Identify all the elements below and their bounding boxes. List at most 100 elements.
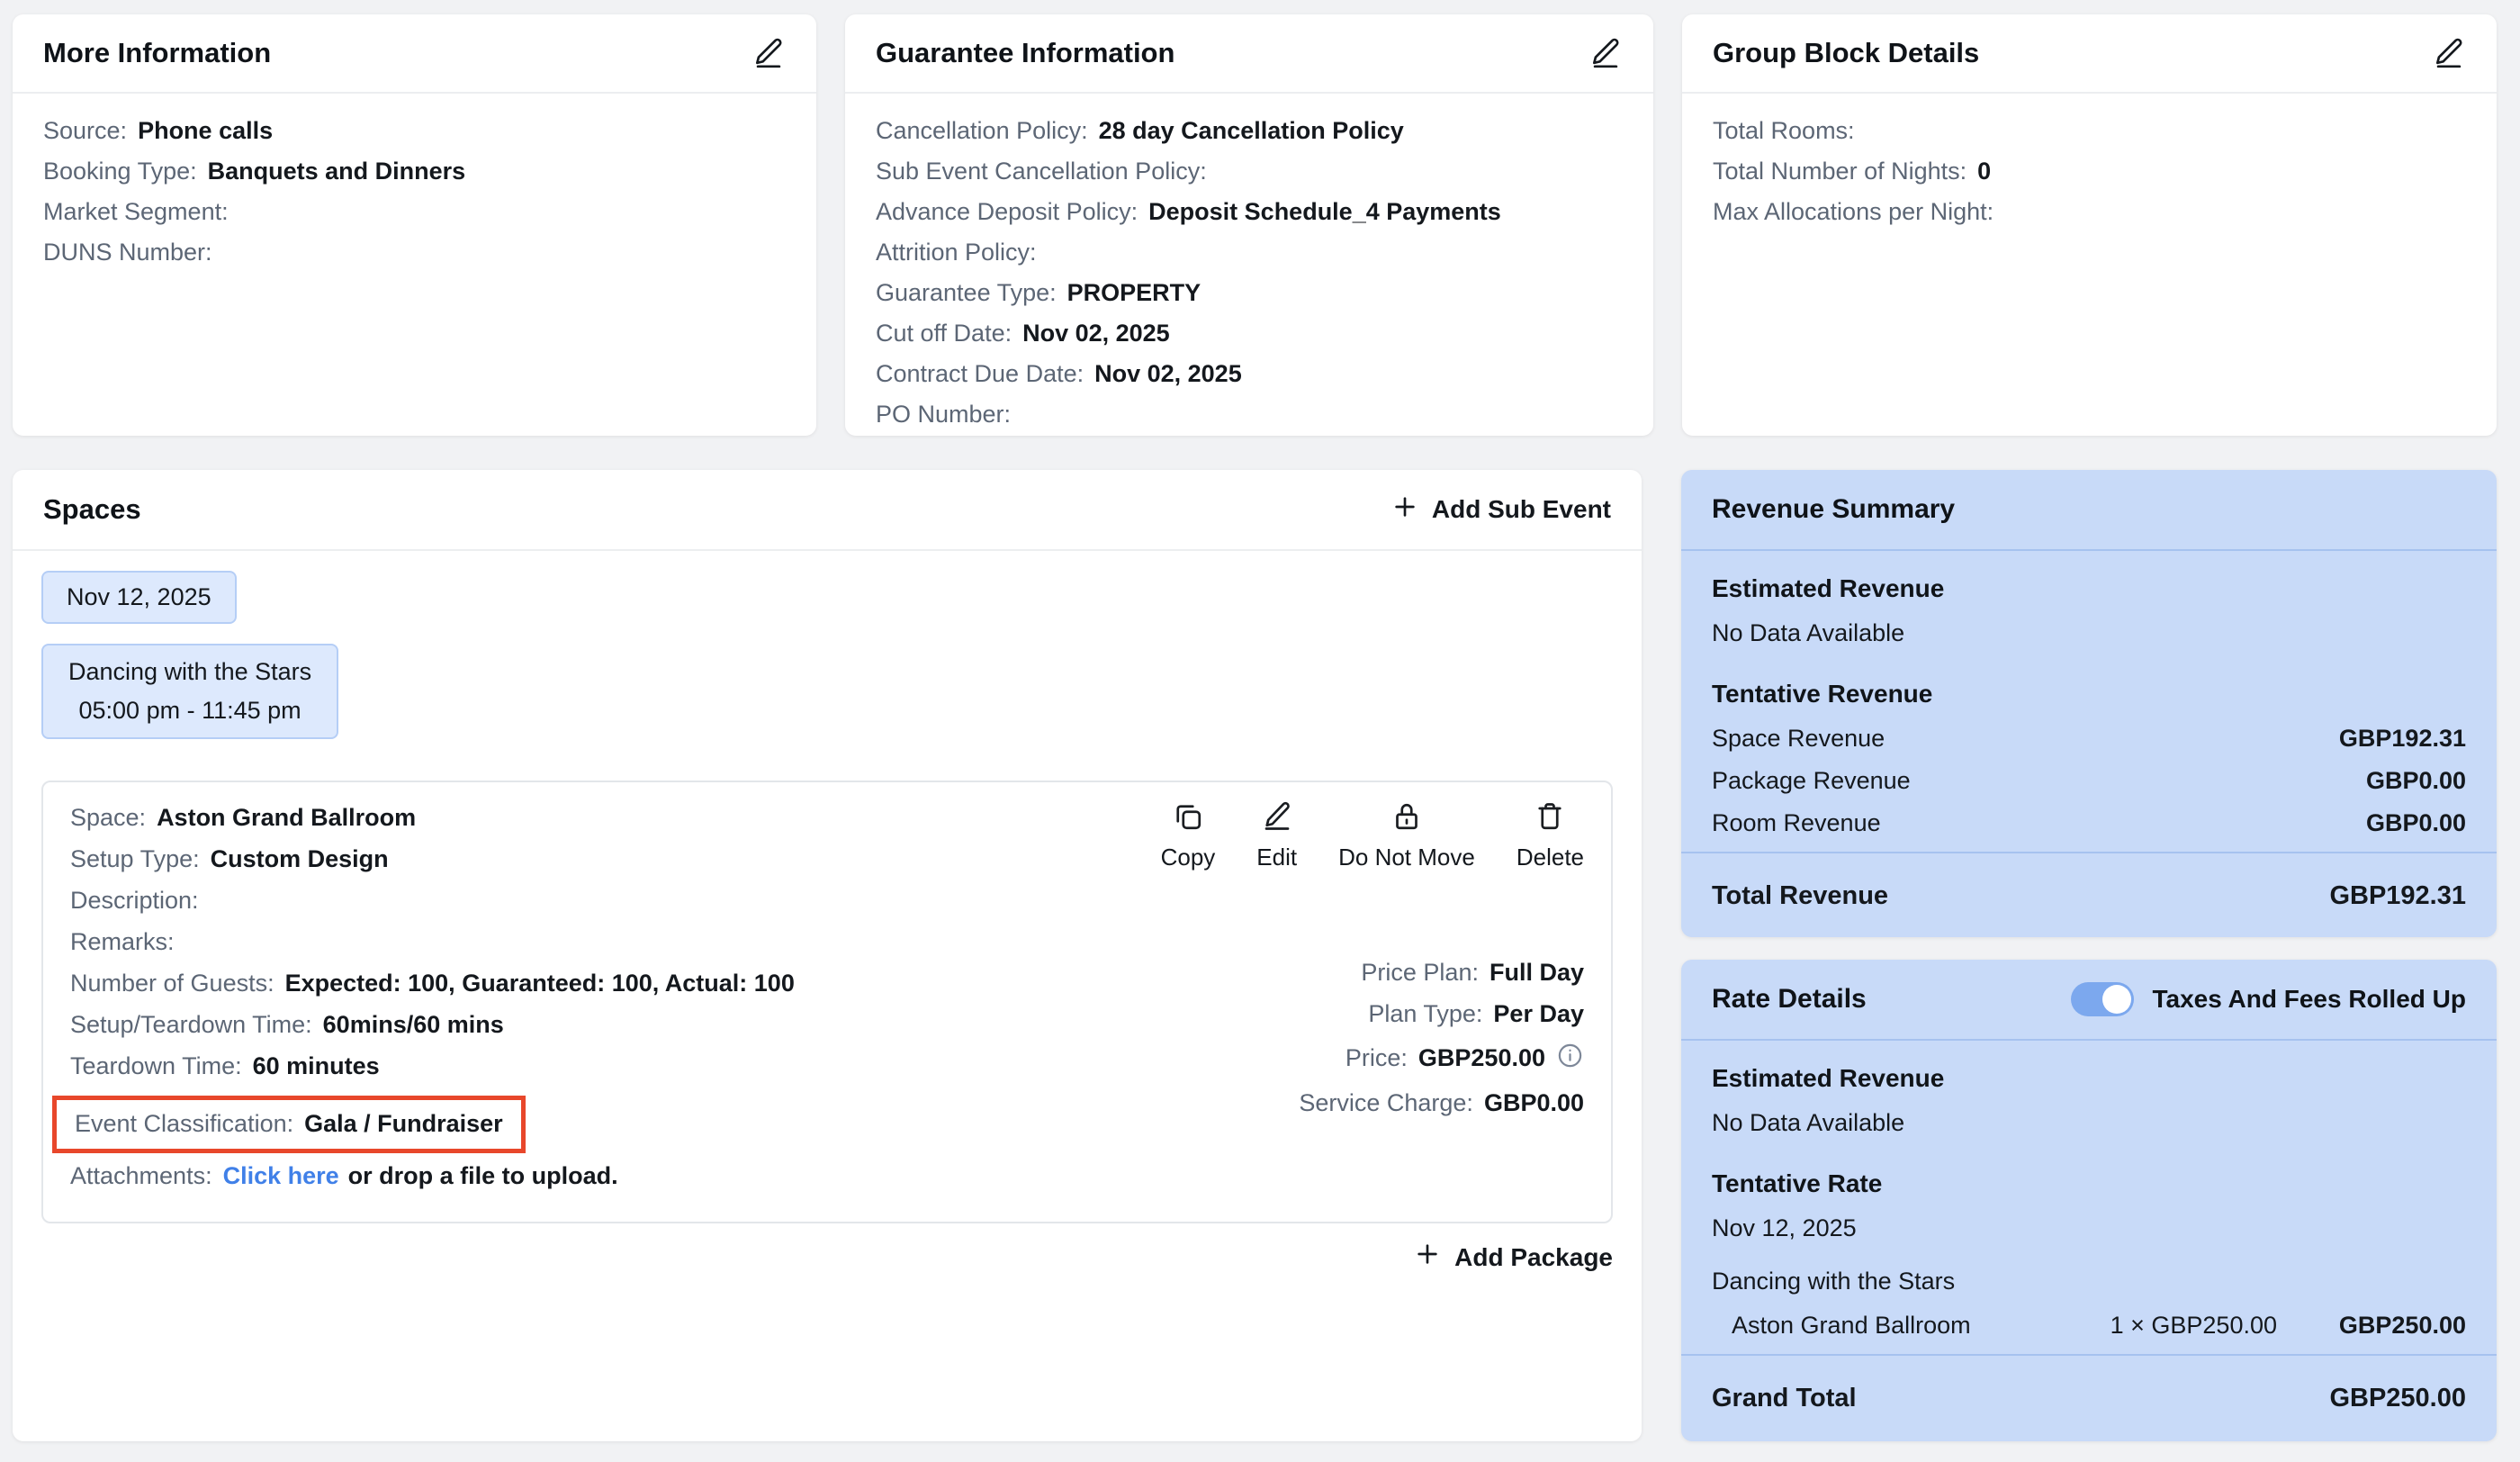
group-block-details-body: Total Rooms: Total Number of Nights:0 Ma… xyxy=(1682,94,2497,436)
field-price-plan: Price Plan:Full Day xyxy=(1299,959,1584,986)
edit-button[interactable] xyxy=(1588,35,1623,72)
date-chip[interactable]: Nov 12, 2025 xyxy=(41,571,237,624)
total-revenue-label: Total Revenue xyxy=(1712,881,1888,911)
field-total-rooms: Total Rooms: xyxy=(1713,117,2466,144)
pencil-icon xyxy=(1261,800,1293,835)
field-po-number: PO Number: xyxy=(876,401,1623,428)
tentative-revenue-heading: Tentative Revenue xyxy=(1712,680,2466,708)
guarantee-information-header: Guarantee Information xyxy=(845,14,1653,94)
field-sub-event-cancellation-policy: Sub Event Cancellation Policy: xyxy=(876,158,1623,185)
spaces-title: Spaces xyxy=(43,493,141,526)
event-chip-name: Dancing with the Stars xyxy=(68,658,311,686)
copy-button[interactable]: Copy xyxy=(1161,800,1216,871)
no-data-text: No Data Available xyxy=(1712,619,2466,647)
taxes-toggle-label: Taxes And Fees Rolled Up xyxy=(2152,985,2466,1014)
estimated-revenue-heading: Estimated Revenue xyxy=(1712,574,2466,603)
event-actions: Copy Edit Do Not Move Delete xyxy=(1161,800,1584,871)
more-information-header: More Information xyxy=(13,14,816,94)
card-title: Guarantee Information xyxy=(876,37,1174,69)
rate-date: Nov 12, 2025 xyxy=(1712,1214,2466,1242)
field-market-segment: Market Segment: xyxy=(43,198,786,225)
taxes-and-fees-toggle[interactable] xyxy=(2071,982,2134,1016)
package-revenue-row: Package RevenueGBP0.00 xyxy=(1712,767,2466,795)
field-attachments: Attachments:Click hereor drop a file to … xyxy=(70,1162,1584,1189)
grand-total-value: GBP250.00 xyxy=(2329,1384,2466,1413)
field-guarantee-type: Guarantee Type:PROPERTY xyxy=(876,279,1623,306)
price-column: Price Plan:Full Day Plan Type:Per Day Pr… xyxy=(1299,959,1584,1131)
revenue-summary-body: Estimated Revenue No Data Available Tent… xyxy=(1681,551,2497,852)
grand-total-label: Grand Total xyxy=(1712,1384,1857,1413)
field-remarks: Remarks: xyxy=(70,928,1584,955)
revenue-summary-card: Revenue Summary Estimated Revenue No Dat… xyxy=(1681,470,2497,937)
plus-icon xyxy=(1390,492,1419,528)
event-chip[interactable]: Dancing with the Stars 05:00 pm - 11:45 … xyxy=(41,644,338,739)
field-total-number-of-nights: Total Number of Nights:0 xyxy=(1713,158,2466,185)
pencil-icon xyxy=(1588,35,1623,72)
tentative-rate-heading: Tentative Rate xyxy=(1712,1169,2466,1198)
field-description: Description: xyxy=(70,887,1584,914)
right-column: Revenue Summary Estimated Revenue No Dat… xyxy=(1681,470,2497,1441)
card-title: More Information xyxy=(43,37,271,69)
space-revenue-row: Space RevenueGBP192.31 xyxy=(1712,725,2466,753)
group-block-details-card: Group Block Details Total Rooms: Total N… xyxy=(1682,14,2497,436)
more-information-body: Source:Phone calls Booking Type:Banquets… xyxy=(13,94,816,436)
rate-details-header: Rate Details Taxes And Fees Rolled Up xyxy=(1681,960,2497,1041)
line-item-amount: GBP250.00 xyxy=(2277,1312,2466,1340)
field-price: Price:GBP250.00 xyxy=(1299,1042,1584,1075)
edit-button[interactable]: Edit xyxy=(1256,800,1297,871)
field-cancellation-policy: Cancellation Policy:28 day Cancellation … xyxy=(876,117,1623,144)
add-package-button[interactable]: Add Package xyxy=(1413,1240,1613,1275)
estimated-revenue-heading: Estimated Revenue xyxy=(1712,1064,2466,1093)
spaces-header: Spaces Add Sub Event xyxy=(13,470,1642,551)
field-advance-deposit-policy: Advance Deposit Policy:Deposit Schedule_… xyxy=(876,198,1623,225)
toggle-knob xyxy=(2102,985,2131,1014)
copy-icon xyxy=(1172,800,1204,835)
field-duns-number: DUNS Number: xyxy=(43,239,786,266)
line-item-qty: 1 × GBP250.00 xyxy=(2110,1312,2277,1340)
total-revenue-value: GBP192.31 xyxy=(2329,881,2466,911)
rate-details-title: Rate Details xyxy=(1712,984,1867,1015)
edit-button[interactable] xyxy=(752,35,786,72)
grand-total-row: Grand Total GBP250.00 xyxy=(1681,1354,2497,1441)
pencil-icon xyxy=(752,35,786,72)
rate-line-item: Aston Grand Ballroom 1 × GBP250.00 GBP25… xyxy=(1712,1312,2466,1340)
pencil-icon xyxy=(2432,35,2466,72)
field-event-classification: Event Classification:Gala / Fundraiser xyxy=(75,1110,503,1137)
edit-button[interactable] xyxy=(2432,35,2466,72)
event-detail-box: Space:Aston Grand Ballroom Setup Type:Cu… xyxy=(41,781,1613,1223)
revenue-summary-header: Revenue Summary xyxy=(1681,470,2497,551)
group-block-details-header: Group Block Details xyxy=(1682,14,2497,94)
line-item-space-name: Aston Grand Ballroom xyxy=(1712,1312,2110,1340)
field-booking-type: Booking Type:Banquets and Dinners xyxy=(43,158,786,185)
guarantee-information-card: Guarantee Information Cancellation Polic… xyxy=(845,14,1653,436)
do-not-move-button[interactable]: Do Not Move xyxy=(1338,800,1475,871)
delete-button[interactable]: Delete xyxy=(1516,800,1584,871)
rate-details-card: Rate Details Taxes And Fees Rolled Up Es… xyxy=(1681,960,2497,1441)
spaces-card: Spaces Add Sub Event Nov 12, 2025 Dancin… xyxy=(13,470,1642,1441)
add-sub-event-button[interactable]: Add Sub Event xyxy=(1390,492,1611,528)
revenue-summary-title: Revenue Summary xyxy=(1712,494,1955,525)
add-package-row: Add Package xyxy=(41,1240,1613,1275)
no-data-text: No Data Available xyxy=(1712,1109,2466,1137)
spaces-body: Nov 12, 2025 Dancing with the Stars 05:0… xyxy=(13,551,1642,1295)
rate-details-body: Estimated Revenue No Data Available Tent… xyxy=(1681,1041,2497,1354)
field-source: Source:Phone calls xyxy=(43,117,786,144)
plus-icon xyxy=(1413,1240,1442,1275)
top-row: More Information Source:Phone calls Book… xyxy=(13,14,2497,436)
attachments-upload-link[interactable]: Click here xyxy=(223,1162,339,1189)
field-attrition-policy: Attrition Policy: xyxy=(876,239,1623,266)
main-row: Spaces Add Sub Event Nov 12, 2025 Dancin… xyxy=(13,470,2497,1441)
field-service-charge: Service Charge:GBP0.00 xyxy=(1299,1089,1584,1116)
taxes-toggle-group: Taxes And Fees Rolled Up xyxy=(2071,982,2466,1016)
lock-icon xyxy=(1390,800,1423,835)
event-classification-highlight-box: Event Classification:Gala / Fundraiser xyxy=(52,1096,526,1153)
add-package-label: Add Package xyxy=(1454,1243,1613,1272)
more-information-card: More Information Source:Phone calls Book… xyxy=(13,14,816,436)
total-revenue-row: Total Revenue GBP192.31 xyxy=(1681,852,2497,937)
field-cut-off-date: Cut off Date:Nov 02, 2025 xyxy=(876,320,1623,347)
room-revenue-row: Room RevenueGBP0.00 xyxy=(1712,809,2466,837)
rate-event-name: Dancing with the Stars xyxy=(1712,1268,2466,1295)
field-contract-due-date: Contract Due Date:Nov 02, 2025 xyxy=(876,360,1623,387)
info-icon[interactable] xyxy=(1556,1042,1584,1075)
field-max-allocations-per-night: Max Allocations per Night: xyxy=(1713,198,2466,225)
